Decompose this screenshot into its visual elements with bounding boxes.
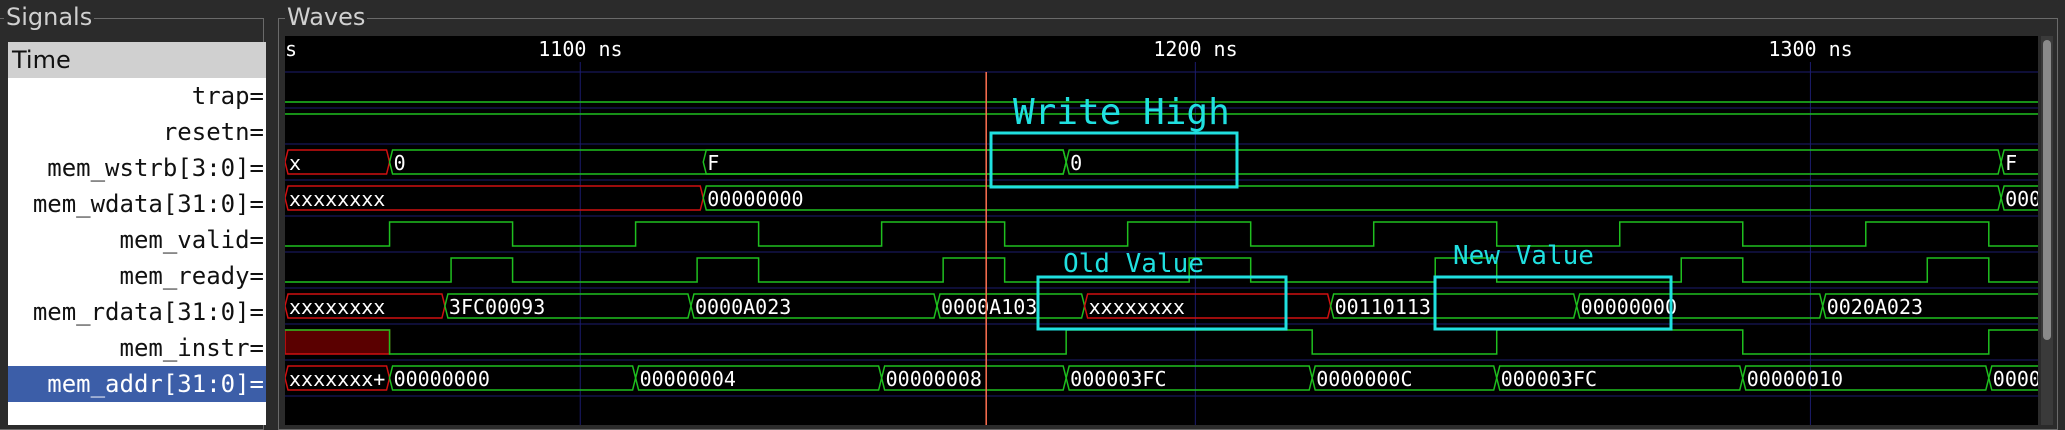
time-tick-label: 1300 ns <box>1768 37 1852 61</box>
mem-wdata-value: 000 <box>2005 187 2038 211</box>
waveforms: x 0 0 FFxxxxxxxx 00000000 000xxxxxxxx 3FC00093… <box>285 101 2038 391</box>
mem-wstrb-value: x <box>289 151 301 175</box>
mem-wstrb-pulse-segment <box>702 149 1067 175</box>
mem-rdata-value: 00000000 <box>1581 295 1677 319</box>
signal-mem-instr[interactable]: mem_instr= <box>8 330 266 366</box>
signals-panel-title: Signals <box>4 3 95 31</box>
mem-rdata-value: 0000A023 <box>695 295 791 319</box>
mem-addr-value: 00000004 <box>640 367 736 391</box>
mem-addr-value: 00000014 <box>1993 367 2038 391</box>
signal-mem-rdata[interactable]: mem_rdata[31:0]= <box>8 294 266 330</box>
mem-rdata-value: 00110113 <box>1335 295 1431 319</box>
mem-addr-value: xxxxxxx+ <box>289 367 385 391</box>
mem-addr-value: 00000000 <box>394 367 490 391</box>
mem-rdata-value: 0020A023 <box>1827 295 1923 319</box>
mem-wstrb-segment <box>1065 149 2002 175</box>
mem-wdata-value: 00000000 <box>707 187 803 211</box>
signal-mem-wdata[interactable]: mem_wdata[31:0]= <box>8 186 266 222</box>
mem-rdata-value: xxxxxxxx <box>1089 295 1185 319</box>
mem-wstrb-value: 0 <box>394 151 406 175</box>
mem-rdata-value: 3FC00093 <box>449 295 545 319</box>
waveform-view: s 1100 ns 1200 ns 1300 ns x 0 0 F Fxxxxxxxx 000… <box>285 37 2038 425</box>
annotation-old-value: Old Value <box>1063 249 1204 279</box>
scrollbar-thumb[interactable] <box>2043 40 2051 340</box>
time-ruler-left-fragment: s <box>285 37 297 61</box>
write-high-box <box>989 131 1239 189</box>
mem-instr-wave <box>285 329 2038 355</box>
mem-wdata-value: xxxxxxxx <box>289 187 385 211</box>
signal-mem-wstrb[interactable]: mem_wstrb[3:0]= <box>8 150 266 186</box>
mem-addr-value: 000003FC <box>1070 367 1166 391</box>
mem-addr-value: 000003FC <box>1501 367 1597 391</box>
mem-addr-value: 00000008 <box>886 367 982 391</box>
mem-addr-value: 0000000C <box>1316 367 1412 391</box>
mem-rdata-value: 0000A103 <box>941 295 1037 319</box>
vertical-scrollbar[interactable] <box>2041 36 2053 425</box>
signal-trap[interactable]: trap= <box>8 78 266 114</box>
time-ruler: 1100 ns 1200 ns 1300 ns <box>538 37 1852 61</box>
annotation-write-high: Write High <box>1013 92 1230 133</box>
signal-mem-addr[interactable]: mem_addr[31:0]= <box>8 366 266 402</box>
signal-time[interactable]: Time <box>8 42 266 78</box>
mem-wstrb-value: 0 <box>1070 151 1082 175</box>
wave-canvas[interactable]: s 1100 ns 1200 ns 1300 ns x 0 0 F Fxxxxxxxx 000… <box>285 36 2038 425</box>
mem-rdata-value: xxxxxxxx <box>289 295 385 319</box>
mem-wstrb-segment <box>388 149 1067 175</box>
annotation-new-value: New Value <box>1453 241 1594 271</box>
mem-valid-wave <box>285 221 2038 247</box>
time-tick-label: 1200 ns <box>1153 37 1237 61</box>
time-tick-label: 1100 ns <box>538 37 622 61</box>
waves-panel-title: Waves <box>285 3 368 31</box>
signal-list: Time trap= resetn= mem_wstrb[3:0]= mem_w… <box>8 42 266 425</box>
signal-resetn[interactable]: resetn= <box>8 114 266 150</box>
signal-mem-valid[interactable]: mem_valid= <box>8 222 266 258</box>
mem-wdata-segment <box>702 185 2002 211</box>
mem-wstrb-pulse-value: F <box>707 151 719 175</box>
mem-wstrb-value: F <box>2005 151 2017 175</box>
mem-instr-undefined <box>285 329 391 355</box>
signal-mem-ready[interactable]: mem_ready= <box>8 258 266 294</box>
mem-addr-value: 00000010 <box>1747 367 1843 391</box>
